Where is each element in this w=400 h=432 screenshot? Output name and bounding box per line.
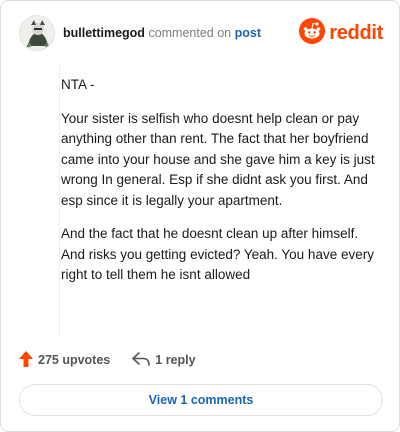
reddit-wordmark: reddit (329, 21, 383, 44)
comment-paragraph: And the fact that he doesnt clean up aft… (61, 226, 374, 282)
comment-actions: 275 upvotes 1 reply (19, 349, 196, 371)
upvote-count: 275 upvotes (38, 353, 111, 367)
reply-button[interactable]: 1 reply (132, 351, 196, 369)
meta-verb: commented on (148, 26, 232, 40)
thread-line (59, 65, 60, 337)
view-comments-button[interactable]: View 1 comments (19, 384, 383, 416)
reply-count: 1 reply (155, 353, 196, 367)
post-link[interactable]: post (235, 26, 261, 40)
comment-body: NTA - Your sister is selfish who doesnt … (61, 75, 381, 299)
comment-card: bullettimegod commented on post reddit N… (0, 0, 400, 432)
reply-arrow-icon (132, 351, 151, 369)
comment-paragraph: Your sister is selfish who doesnt help c… (61, 110, 375, 208)
username-link[interactable]: bullettimegod (63, 26, 145, 40)
upvote-arrow-icon (19, 350, 33, 370)
avatar[interactable] (19, 15, 55, 51)
comment-header: bullettimegod commented on post reddit (19, 15, 385, 55)
reddit-brand[interactable]: reddit (299, 17, 383, 49)
comment-paragraph: NTA - (61, 77, 95, 92)
upvote-button[interactable]: 275 upvotes (19, 350, 111, 370)
comment-meta: bullettimegod commented on post (63, 26, 261, 40)
reddit-logo-icon (299, 17, 326, 49)
